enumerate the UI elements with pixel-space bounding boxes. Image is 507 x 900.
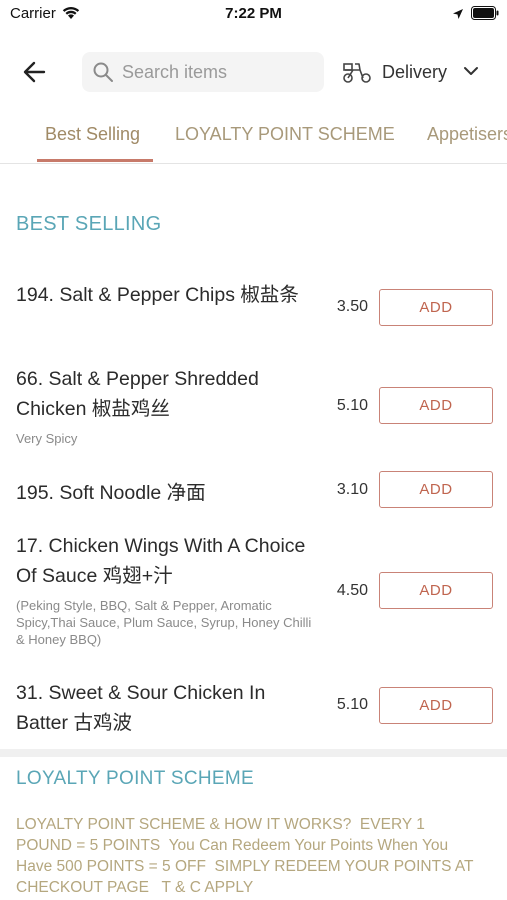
list-item: 31. Sweet & Sour Chicken In Batter 古鸡波 5…: [0, 678, 507, 740]
back-button[interactable]: [20, 58, 52, 86]
tab-appetisers[interactable]: Appetisers: [427, 124, 507, 145]
chevron-down-icon: [463, 64, 479, 82]
list-item: 195. Soft Noodle 净面 3.10 ADD: [0, 471, 507, 510]
list-item: 17. Chicken Wings With A Choice Of Sauce…: [0, 531, 507, 655]
item-price: 3.50: [336, 298, 368, 315]
item-price: 3.10: [336, 481, 368, 498]
delivery-selector[interactable]: Delivery: [342, 56, 492, 88]
section-divider: [0, 749, 507, 757]
search-icon: [92, 61, 114, 88]
item-price: 5.10: [336, 397, 368, 414]
arrow-left-icon: [23, 61, 46, 83]
item-price: 4.50: [336, 582, 368, 599]
item-name: 17. Chicken Wings With A Choice Of Sauce…: [16, 535, 306, 587]
location-arrow-icon: [452, 7, 464, 25]
scooter-icon: [342, 60, 372, 89]
add-button[interactable]: ADD: [379, 572, 493, 609]
search-box[interactable]: [82, 52, 324, 92]
section-title-loyalty: LOYALTY POINT SCHEME: [16, 768, 254, 789]
delivery-label: Delivery: [382, 62, 448, 82]
item-name: 31. Sweet & Sour Chicken In Batter 古鸡波: [16, 682, 266, 734]
search-input[interactable]: [122, 60, 312, 84]
list-item: 66. Salt & Pepper Shredded Chicken 椒盐鸡丝 …: [0, 364, 507, 454]
section-title-best-selling: BEST SELLING: [16, 213, 162, 235]
battery-icon: [471, 6, 499, 25]
status-bar: Carrier 7:22 PM: [0, 0, 507, 30]
loyalty-description: LOYALTY POINT SCHEME & HOW IT WORKS? EVE…: [16, 816, 474, 896]
add-button[interactable]: ADD: [379, 387, 493, 424]
add-button[interactable]: ADD: [379, 687, 493, 724]
category-tabs: Best Selling LOYALTY POINT SCHEME Appeti…: [0, 112, 507, 164]
list-item: 194. Salt & Pepper Chips 椒盐条 3.50 ADD: [0, 280, 507, 342]
active-tab-indicator: [37, 159, 153, 162]
item-description: Very Spicy: [16, 431, 78, 446]
tab-best-selling[interactable]: Best Selling: [45, 124, 140, 145]
item-name: 66. Salt & Pepper Shredded Chicken 椒盐鸡丝: [16, 368, 259, 420]
tab-loyalty-point-scheme[interactable]: LOYALTY POINT SCHEME: [175, 124, 395, 145]
add-button[interactable]: ADD: [379, 289, 493, 326]
item-name: 195. Soft Noodle 净面: [16, 482, 206, 504]
add-button[interactable]: ADD: [379, 471, 493, 508]
item-name: 194. Salt & Pepper Chips 椒盐条: [16, 284, 299, 306]
header: Delivery: [0, 50, 507, 94]
item-description: (Peking Style, BBQ, Salt & Pepper, Aroma…: [16, 598, 312, 647]
item-price: 5.10: [336, 696, 368, 713]
clock: 7:22 PM: [225, 5, 282, 22]
